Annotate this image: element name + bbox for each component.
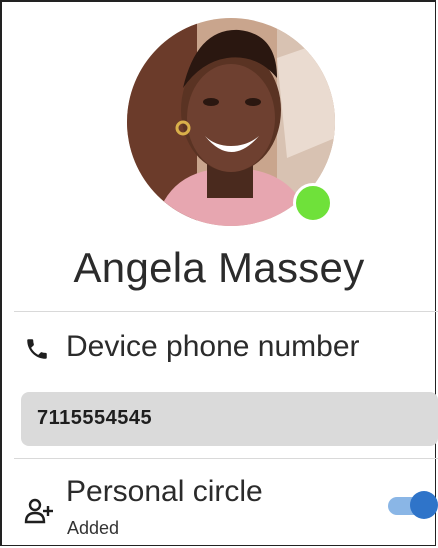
phone-icon	[27, 339, 47, 359]
phone-section-header: Device phone number	[0, 326, 438, 374]
add-person-icon	[24, 498, 53, 524]
divider	[14, 311, 438, 312]
personal-circle-toggle[interactable]	[386, 490, 438, 522]
online-status-indicator	[293, 183, 333, 223]
divider	[14, 458, 438, 459]
contact-name: Angela Massey	[73, 244, 365, 291]
phone-number-field[interactable]: 7115554545	[21, 392, 438, 446]
personal-circle-label: Personal circle	[66, 475, 263, 508]
toggle-knob	[410, 491, 438, 519]
phone-section-label: Device phone number	[66, 330, 360, 363]
personal-circle-status: Added	[67, 518, 120, 538]
contact-avatar	[127, 18, 335, 226]
phone-number-value: 7115554545	[37, 407, 153, 429]
